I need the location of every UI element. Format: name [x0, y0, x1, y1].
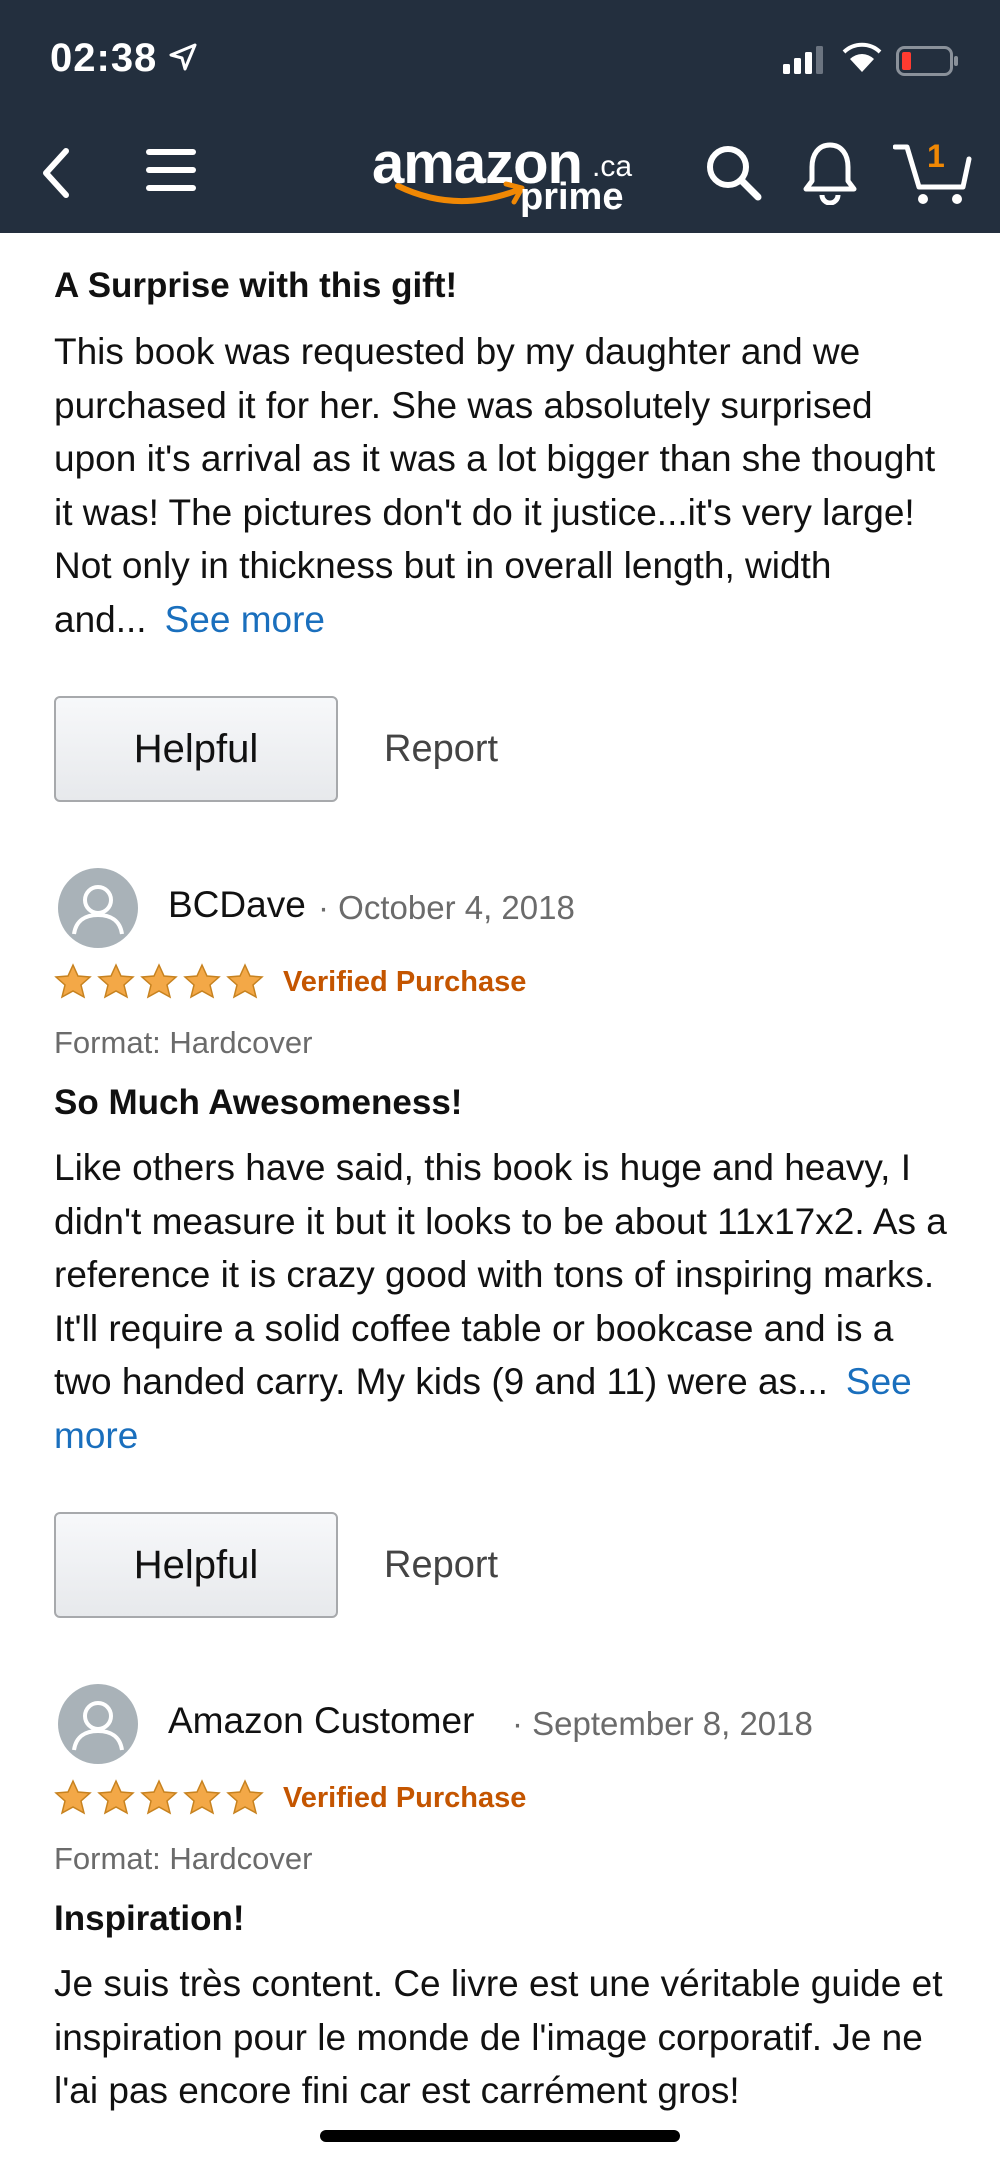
battery-icon: [896, 46, 958, 76]
review-body: Like others have said, this book is huge…: [54, 1147, 947, 1456]
review-body: Je suis très content. Ce livre est une v…: [54, 1963, 943, 2111]
avatar: [58, 868, 138, 948]
hamburger-menu-icon[interactable]: [146, 147, 196, 193]
user-silhouette-icon: [72, 885, 124, 935]
cart-count-badge: 1: [927, 138, 945, 174]
five-stars-icon: [54, 963, 264, 999]
notification-bell-icon[interactable]: [800, 139, 860, 205]
report-link[interactable]: Report: [384, 1544, 498, 1587]
star-rating: [54, 962, 264, 1007]
review-title: Inspiration!: [54, 1899, 245, 1938]
avatar: [58, 1684, 138, 1764]
logo-prime: prime: [520, 176, 624, 218]
back-chevron-icon[interactable]: [38, 145, 74, 201]
smile-arrow-icon: [395, 181, 525, 205]
verified-purchase-badge: Verified Purchase: [283, 1782, 527, 1814]
see-more-link[interactable]: See more: [165, 599, 325, 640]
star-rating: [54, 1778, 264, 1823]
reviewer-name[interactable]: Amazon Customer: [168, 1700, 474, 1742]
report-link[interactable]: Report: [384, 728, 498, 771]
app-header: 02:38 amazon .ca prime 1: [0, 0, 1000, 233]
search-icon[interactable]: [704, 143, 764, 203]
verified-purchase-badge: Verified Purchase: [283, 966, 527, 998]
review-title: A Surprise with this gift!: [54, 266, 458, 305]
review-date: · October 4, 2018: [318, 889, 575, 926]
helpful-button[interactable]: Helpful: [54, 696, 338, 802]
amazon-prime-logo[interactable]: amazon .ca prime: [372, 130, 642, 220]
five-stars-icon: [54, 1779, 264, 1815]
reviewer-name[interactable]: BCDave: [168, 884, 306, 926]
wifi-icon: [842, 42, 882, 72]
review-format: Format: Hardcover: [54, 1025, 313, 1060]
helpful-button[interactable]: Helpful: [54, 1512, 338, 1618]
review-date: · September 8, 2018: [512, 1705, 813, 1742]
user-silhouette-icon: [72, 1701, 124, 1751]
review-title: So Much Awesomeness!: [54, 1083, 463, 1122]
status-time: 02:38: [50, 36, 158, 80]
review-format: Format: Hardcover: [54, 1841, 313, 1876]
location-arrow-icon: [169, 43, 197, 71]
cellular-signal-icon: [783, 46, 823, 74]
home-indicator[interactable]: [320, 2130, 680, 2142]
review-body: This book was requested by my daughter a…: [54, 331, 936, 640]
